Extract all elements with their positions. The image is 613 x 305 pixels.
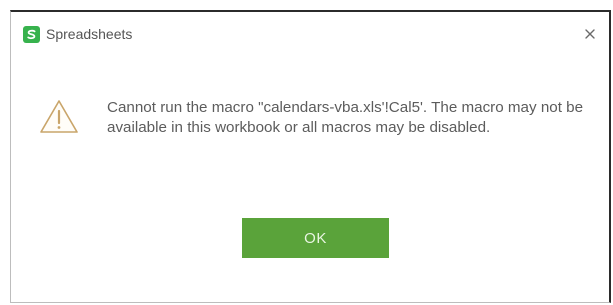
dialog-titlebar[interactable]: Spreadsheets <box>11 12 609 52</box>
error-dialog: Spreadsheets Cannot run the macro "calen… <box>10 10 611 303</box>
dialog-body: Cannot run the macro "calendars-vba.xls'… <box>11 52 609 302</box>
dialog-title: Spreadsheets <box>46 26 133 42</box>
spreadsheets-logo-icon <box>23 26 40 43</box>
warning-triangle-icon <box>39 99 79 135</box>
close-button[interactable] <box>579 23 601 45</box>
ok-button[interactable]: OK <box>242 218 389 258</box>
error-message: Cannot run the macro "calendars-vba.xls'… <box>107 99 584 136</box>
close-icon[interactable] <box>584 28 596 40</box>
